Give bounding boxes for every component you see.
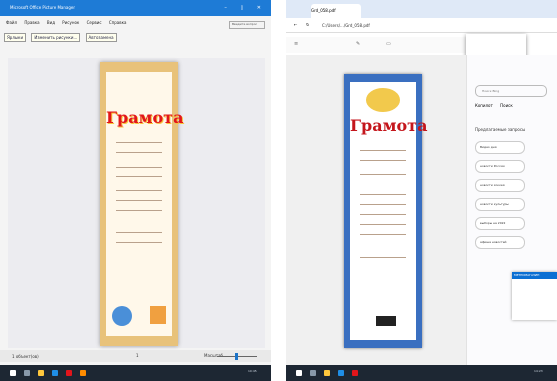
pdf-toolbar: ≡ ✎ ▭ [286, 37, 466, 53]
tab-pdf[interactable]: Grd_058.pdf [311, 4, 361, 18]
highlight-icon[interactable]: ▭ [386, 41, 391, 47]
divider [271, 0, 286, 381]
status-count: 1 объект(ов) [12, 354, 39, 359]
address-bar: ← ↻ C:/Users/.../Grd_058.pdf [286, 18, 557, 33]
text-line [116, 176, 162, 177]
suggestion-item[interactable]: новости культуры [475, 198, 525, 211]
pdf-page[interactable]: Грамота [344, 74, 428, 348]
text-line [360, 204, 406, 205]
start-icon[interactable] [296, 370, 302, 376]
clock: 14:23 [534, 369, 543, 373]
window-controls[interactable]: – ▯ ✕ [224, 0, 267, 16]
back-icon[interactable]: ← [294, 22, 297, 27]
browser-window: Grd_058.pdf ← ↻ C:/Users/.../Grd_058.pdf… [286, 0, 557, 381]
suggestions-heading: Предлагаемые запросы [475, 127, 526, 132]
start-icon[interactable] [10, 370, 16, 376]
taskbar-left: 10:45 [0, 365, 271, 381]
pencils-icon [150, 306, 166, 324]
office-icon[interactable] [80, 370, 86, 376]
text-line [116, 232, 162, 233]
text-line [360, 194, 406, 195]
explorer-icon[interactable] [38, 370, 44, 376]
edit-pictures-button[interactable]: Изменить рисунки... [31, 33, 81, 42]
clock: 10:45 [248, 369, 257, 373]
tab-bar: Grd_058.pdf [286, 0, 557, 18]
text-line [116, 152, 162, 153]
certificate-image[interactable]: Грамота [100, 62, 184, 346]
draw-icon[interactable]: ✎ [356, 41, 360, 47]
tab-search[interactable]: Поиск [500, 103, 513, 108]
app-icon[interactable] [66, 370, 72, 376]
emblem-icon [366, 88, 400, 112]
text-line [116, 200, 162, 201]
zoom-slider-thumb[interactable] [235, 353, 238, 360]
menu-picture[interactable]: Рисунок [62, 20, 79, 25]
promo-card[interactable]: МЕТРОМАГАЗИН [512, 272, 557, 320]
menu-edit[interactable]: Правка [24, 20, 39, 25]
suggestion-item[interactable]: афиша новостей [475, 236, 525, 249]
search-icon[interactable] [310, 370, 316, 376]
toc-icon[interactable]: ≡ [294, 41, 298, 47]
certificate-heading: Грамота [106, 108, 184, 127]
status-bar: 1 объект(ов) 1 Масштаб [0, 350, 271, 362]
pdf-heading: Грамота [350, 116, 428, 135]
suggestion-item[interactable]: выборы на 2022 [475, 217, 525, 230]
text-line [360, 214, 406, 215]
refresh-icon[interactable]: ↻ [306, 22, 309, 27]
text-line [116, 190, 162, 191]
title-bar: Microsoft Office Picture Manager – ▯ ✕ [0, 0, 271, 16]
tab-copilot[interactable]: Копилот [475, 103, 493, 108]
menu-file[interactable]: Файл [6, 20, 17, 25]
text-line [360, 160, 406, 161]
toolbar: Ярлыки Изменить рисунки... Автозамена [0, 33, 271, 43]
text-line [360, 150, 406, 151]
text-line [360, 224, 406, 225]
edge-icon[interactable] [338, 370, 344, 376]
suggestion-item[interactable]: новости хоккея [475, 179, 525, 192]
taskbar-right: 14:23 [286, 365, 557, 381]
pdf-page-body: Грамота [350, 82, 428, 340]
bing-search-input[interactable]: Поиск Bing [475, 85, 547, 97]
url-field[interactable]: C:/Users/.../Grd_058.pdf [322, 23, 370, 28]
autocorrect-button[interactable]: Автозамена [85, 33, 117, 42]
certificate-body: Грамота [106, 72, 184, 336]
menu-bar: Файл Правка Вид Рисунок Сервис Справка В… [0, 20, 271, 30]
app-icon[interactable] [352, 370, 358, 376]
text-line [116, 167, 162, 168]
picture-manager-window: Microsoft Office Picture Manager – ▯ ✕ Ф… [0, 0, 271, 381]
grad-cap-icon [376, 316, 396, 326]
text-line [360, 257, 406, 258]
edge-icon[interactable] [52, 370, 58, 376]
sidebar-tabs: Копилот Поиск [475, 103, 519, 108]
suggestion-item[interactable]: новости России [475, 160, 525, 173]
window-title: Microsoft Office Picture Manager [10, 5, 75, 10]
text-line [116, 210, 162, 211]
text-line [360, 234, 406, 235]
suggestion-item[interactable]: Видео дня [475, 141, 525, 154]
menu-help[interactable]: Справка [109, 20, 127, 25]
explorer-icon[interactable] [324, 370, 330, 376]
menu-view[interactable]: Вид [47, 20, 55, 25]
globe-icon [112, 306, 132, 326]
text-line [116, 142, 162, 143]
search-icon[interactable] [24, 370, 30, 376]
shortcuts-button[interactable]: Ярлыки [4, 33, 27, 42]
promo-card-header: МЕТРОМАГАЗИН [512, 272, 557, 279]
text-line [360, 174, 406, 175]
text-line [116, 242, 162, 243]
help-search-input[interactable]: Введите вопрос [229, 21, 265, 29]
status-page: 1 [136, 353, 139, 358]
menu-tools[interactable]: Сервис [87, 20, 102, 25]
